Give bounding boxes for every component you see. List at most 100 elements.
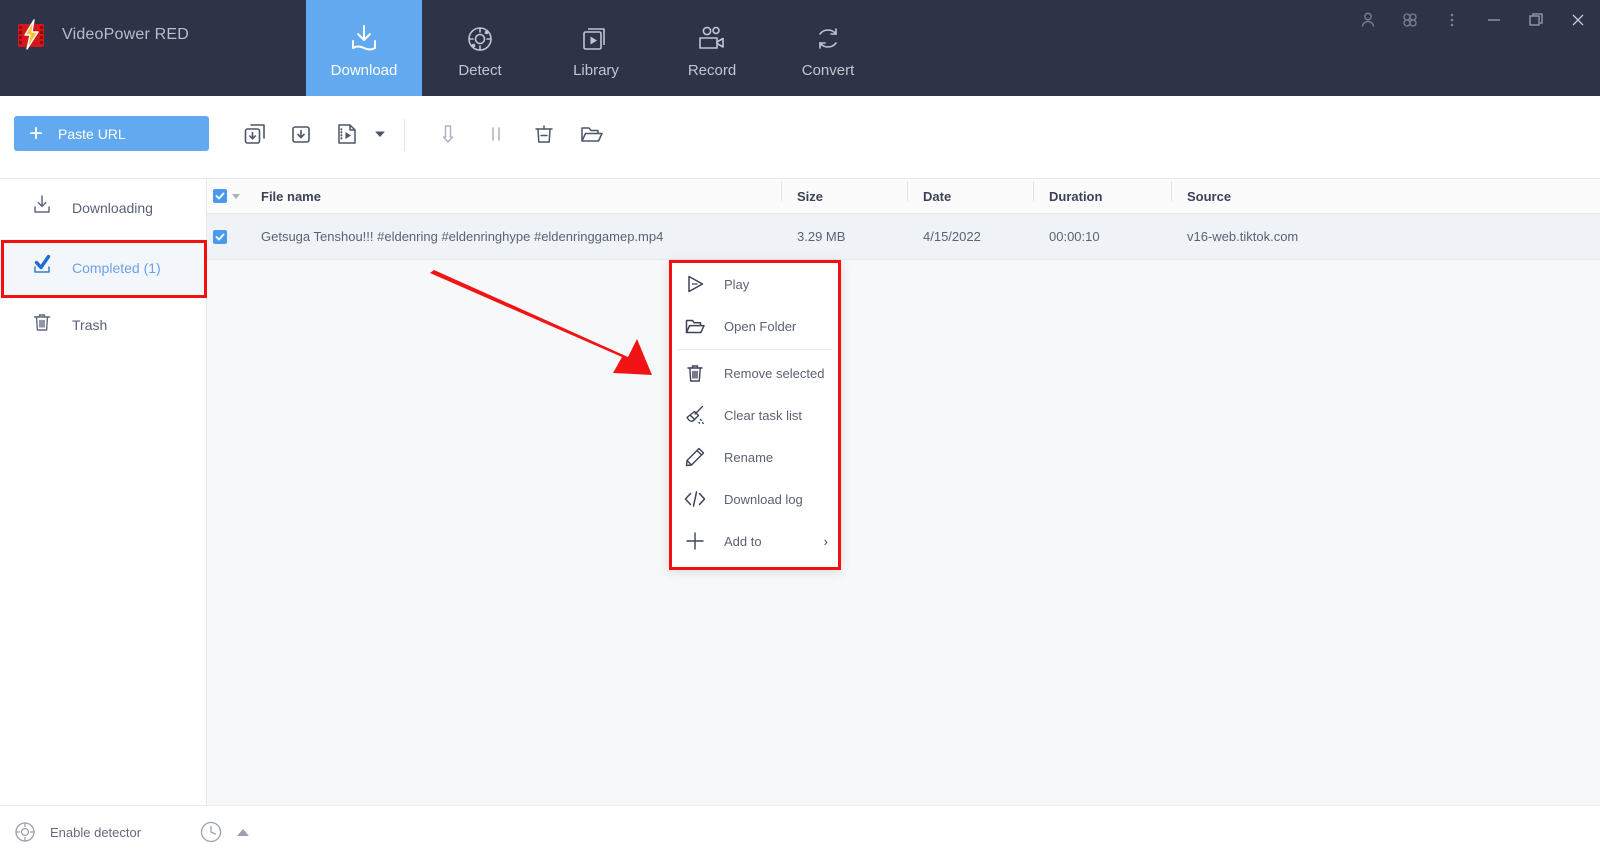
detector-target-icon[interactable] xyxy=(14,821,36,843)
clock-scheduler-icon[interactable] xyxy=(199,820,223,844)
brand: VideoPower RED xyxy=(14,18,189,52)
tab-record-label: Record xyxy=(687,62,737,79)
paste-url-button[interactable]: + Paste URL xyxy=(14,116,209,151)
tab-detect[interactable]: Detect xyxy=(422,0,538,96)
close-icon[interactable] xyxy=(1568,10,1588,30)
maximize-restore-icon[interactable] xyxy=(1526,10,1546,30)
main-navigation: Download Detect Library Record Convert xyxy=(306,0,886,96)
app-title: VideoPower RED xyxy=(62,26,190,43)
open-folder-icon[interactable] xyxy=(568,116,616,152)
context-menu: Play Open Folder Remove selected Clear t… xyxy=(669,260,841,570)
submenu-chevron-icon: › xyxy=(823,533,828,549)
row-checkbox[interactable] xyxy=(213,229,227,244)
column-header-duration[interactable]: Duration xyxy=(1033,180,1187,204)
broom-icon xyxy=(678,404,712,426)
pause-download-icon[interactable] xyxy=(472,116,520,152)
code-brackets-icon xyxy=(678,488,712,510)
delete-task-icon[interactable] xyxy=(520,116,568,152)
table-header: File name Size Date Duration Source xyxy=(207,179,1600,214)
context-menu-item-rename-label: Rename xyxy=(724,449,774,465)
tab-record[interactable]: Record xyxy=(654,0,770,96)
select-all-checkbox[interactable] xyxy=(213,189,227,203)
play-icon xyxy=(678,273,712,295)
context-menu-item-remove-selected[interactable]: Remove selected xyxy=(672,352,838,394)
sidebar-item-downloading-label: Downloading xyxy=(72,199,153,216)
sidebar-item-completed[interactable]: Completed (1) xyxy=(0,239,206,296)
paste-url-label: Paste URL xyxy=(58,125,126,142)
column-header-source[interactable]: Source xyxy=(1171,180,1447,204)
sidebar-item-trash[interactable]: Trash xyxy=(0,296,206,353)
toolbar-primary-actions xyxy=(232,116,390,152)
select-all-caret-icon[interactable] xyxy=(232,193,240,199)
dropdown-caret-icon[interactable] xyxy=(370,116,390,152)
context-menu-item-play-label: Play xyxy=(724,276,750,292)
enable-detector-label[interactable]: Enable detector xyxy=(50,825,141,840)
context-menu-item-rename[interactable]: Rename xyxy=(672,436,838,478)
context-menu-item-open-folder[interactable]: Open Folder xyxy=(672,305,838,347)
context-menu-divider xyxy=(678,349,832,350)
context-menu-item-add-to[interactable]: Add to › xyxy=(672,520,838,562)
application-window: VideoPower RED Download Detect Library R… xyxy=(0,0,1600,858)
more-options-icon[interactable] xyxy=(1442,10,1462,30)
cell-duration: 00:00:10 xyxy=(1049,229,1100,244)
tab-library[interactable]: Library xyxy=(538,0,654,96)
sidebar-item-trash-label: Trash xyxy=(72,316,108,333)
select-all-cell xyxy=(207,189,257,203)
cell-size: 3.29 MB xyxy=(797,229,846,244)
context-menu-item-play[interactable]: Play xyxy=(672,263,838,305)
table-row[interactable]: Getsuga Tenshou!!! #eldenring #eldenring… xyxy=(207,214,1600,260)
context-menu-item-download-log-label: Download log xyxy=(724,491,803,507)
toolbar: + Paste URL xyxy=(0,96,1600,179)
video-file-download-icon[interactable] xyxy=(324,116,370,152)
plus-icon xyxy=(678,530,712,552)
title-bar: VideoPower RED Download Detect Library R… xyxy=(0,0,1600,96)
column-header-size[interactable]: Size xyxy=(781,180,923,204)
downloading-icon xyxy=(30,193,54,222)
tab-convert[interactable]: Convert xyxy=(770,0,886,96)
cell-source: v16-web.tiktok.com xyxy=(1187,229,1299,244)
resume-download-icon[interactable] xyxy=(424,116,472,152)
single-download-icon[interactable] xyxy=(278,116,324,152)
window-controls xyxy=(1358,10,1588,30)
minimize-icon[interactable] xyxy=(1484,10,1504,30)
context-menu-item-open-folder-label: Open Folder xyxy=(724,318,797,334)
record-camera-icon xyxy=(695,17,729,55)
sidebar: Downloading Completed (1) Trash xyxy=(0,179,207,805)
plus-icon: + xyxy=(28,119,43,147)
context-menu-item-download-log[interactable]: Download log xyxy=(672,478,838,520)
column-header-file-name[interactable]: File name xyxy=(257,189,797,204)
context-menu-item-clear-task-list[interactable]: Clear task list xyxy=(672,394,838,436)
sidebar-item-completed-label: Completed (1) xyxy=(72,259,161,276)
completed-check-icon xyxy=(30,253,54,282)
cell-file-name: Getsuga Tenshou!!! #eldenring #eldenring… xyxy=(261,229,664,244)
trash-icon xyxy=(30,310,54,339)
folder-open-icon xyxy=(678,315,712,337)
apps-grid-icon[interactable] xyxy=(1400,10,1420,30)
library-play-icon xyxy=(579,17,613,55)
convert-refresh-icon xyxy=(811,17,845,55)
tab-library-label: Library xyxy=(573,62,619,79)
toolbar-divider xyxy=(404,119,405,151)
context-menu-item-clear-task-list-label: Clear task list xyxy=(724,407,803,423)
sidebar-item-downloading[interactable]: Downloading xyxy=(0,179,206,236)
pencil-icon xyxy=(678,446,712,468)
download-tray-icon xyxy=(347,17,381,55)
context-menu-item-remove-selected-label: Remove selected xyxy=(724,365,825,381)
batch-download-icon[interactable] xyxy=(232,116,278,152)
context-menu-item-add-to-label: Add to xyxy=(724,533,762,549)
account-icon[interactable] xyxy=(1358,10,1378,30)
trash-icon xyxy=(678,362,712,384)
videopower-logo-icon xyxy=(14,18,48,52)
status-bar: Enable detector xyxy=(0,805,1600,858)
chevron-up-icon[interactable] xyxy=(237,828,250,836)
tab-download-label: Download xyxy=(330,62,398,79)
row-select-cell xyxy=(207,229,257,244)
tab-detect-label: Detect xyxy=(458,62,502,79)
detect-radar-icon xyxy=(463,17,497,55)
download-list-panel: File name Size Date Duration Source Gets… xyxy=(207,179,1600,805)
tab-convert-label: Convert xyxy=(801,62,855,79)
toolbar-secondary-actions xyxy=(424,116,616,152)
tab-download[interactable]: Download xyxy=(306,0,422,96)
cell-date: 4/15/2022 xyxy=(923,229,981,244)
column-header-date[interactable]: Date xyxy=(907,180,1049,204)
